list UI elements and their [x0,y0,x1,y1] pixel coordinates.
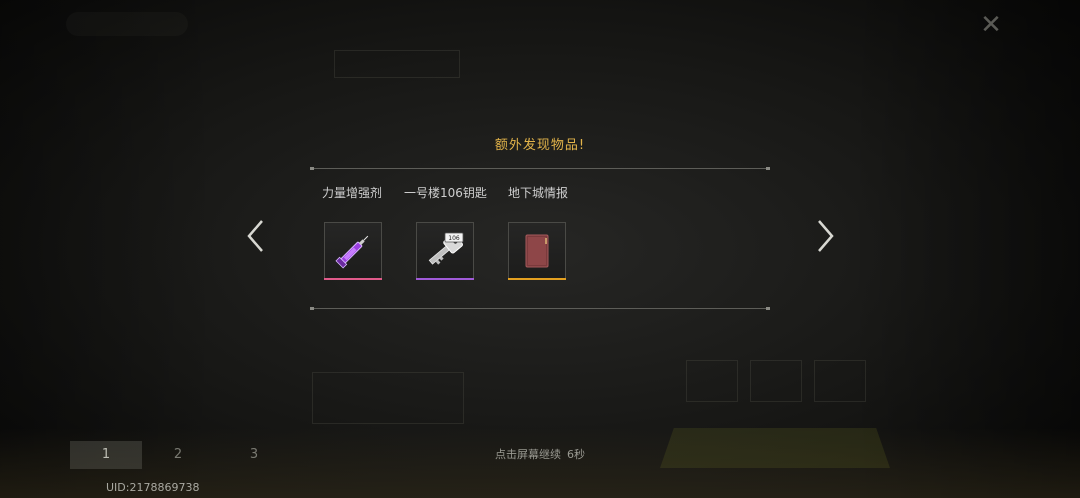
popup-top-divider [310,167,770,170]
chevron-right-icon [818,220,834,252]
tap-to-continue[interactable]: 点击屏幕继续 6秒 [0,446,1080,462]
item-name: 地下城情报 [508,186,569,200]
background-search-pill [66,12,188,36]
prev-item-button[interactable] [244,218,268,254]
syringe-icon [335,235,369,269]
popup-title: 额外发现物品! [494,138,586,153]
background-reward-slot-3 [814,360,866,402]
background-header-box [334,50,460,78]
item-name: 一号楼106钥匙 [404,186,487,200]
rarity-bar [324,278,382,280]
background-shadow-right [850,0,1080,498]
background-inventory-grid [312,372,464,424]
continue-text: 点击屏幕继续 [495,448,561,461]
extra-items-popup: 额外发现物品! 力量增强剂 一号楼106钥匙 106 地下城情报 [310,120,770,312]
rarity-bar [508,278,566,280]
item-slot[interactable] [508,222,566,280]
countdown-text: 6秒 [567,448,585,461]
background-shadow-left [0,0,220,498]
next-item-button[interactable] [813,218,837,254]
background-reward-slot-1 [686,360,738,402]
item-name: 力量增强剂 [322,186,383,200]
item-slot[interactable] [324,222,382,280]
key-icon: 106 [428,232,464,265]
background-reward-slot-2 [750,360,802,402]
popup-bottom-divider [310,307,770,310]
background-close-icon: ✕ [980,10,1002,40]
document-icon [525,234,549,268]
user-id-label: UID:2178869738 [106,481,200,494]
chevron-left-icon [247,220,263,252]
svg-text:106: 106 [448,235,460,242]
rarity-bar [416,278,474,280]
item-slot[interactable]: 106 [416,222,474,280]
